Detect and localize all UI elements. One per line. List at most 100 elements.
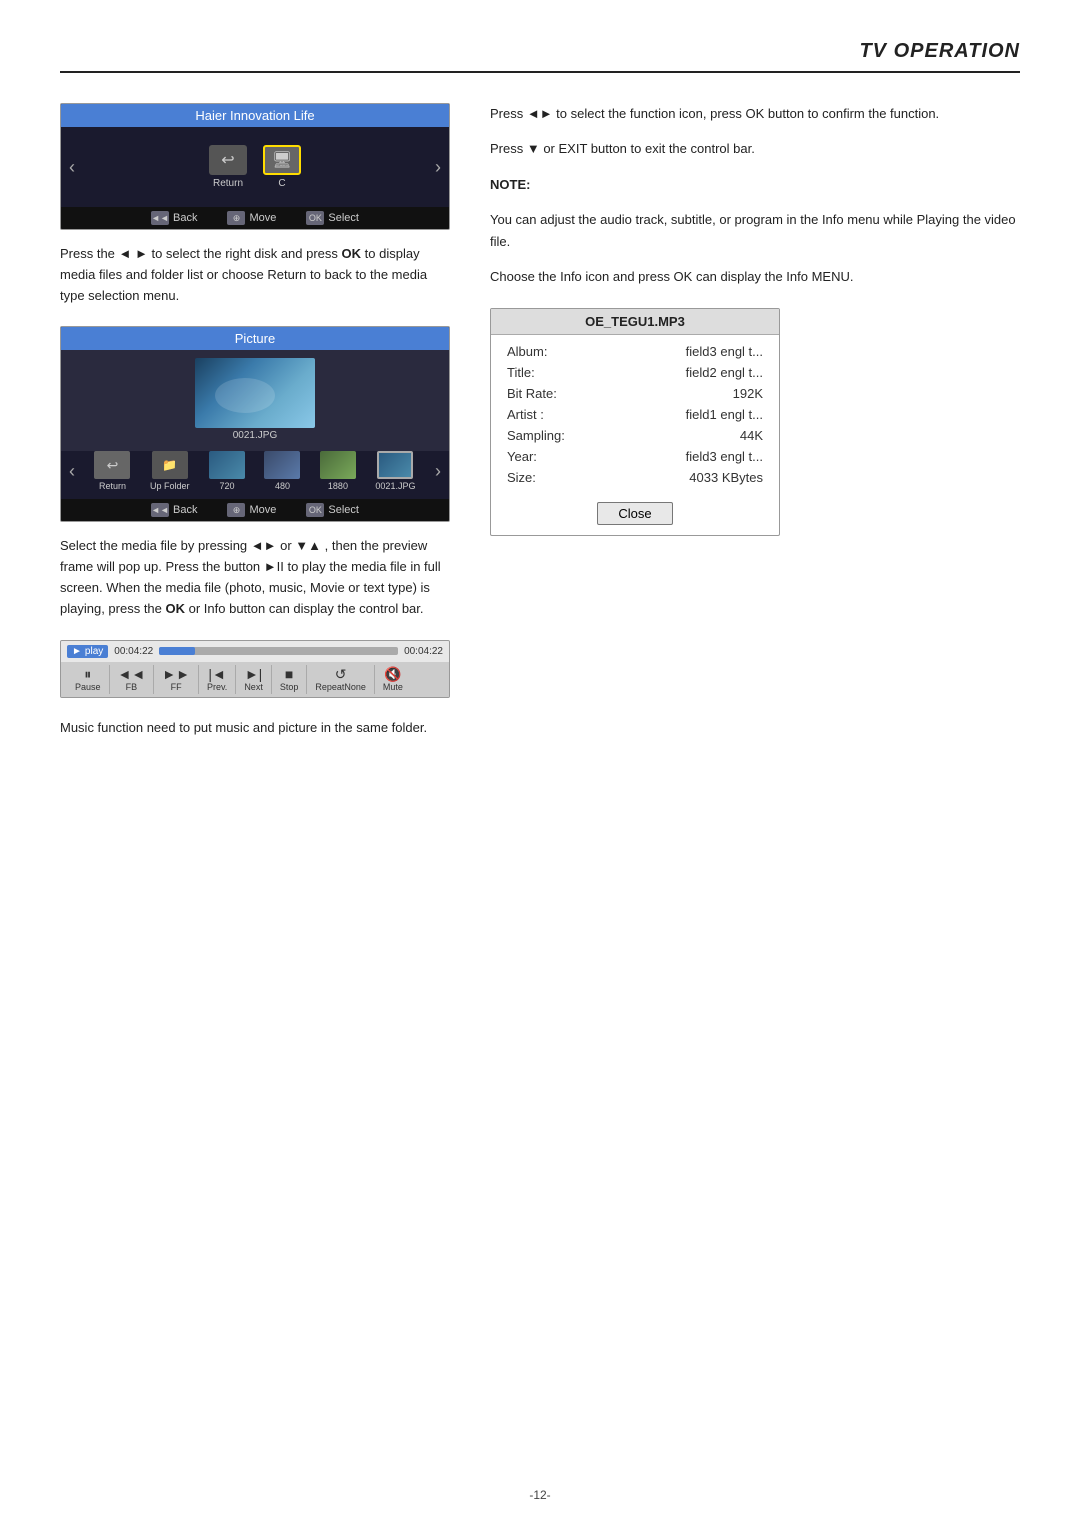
disk-left-arrow[interactable]: ‹ xyxy=(69,157,75,178)
disk-c-label: C xyxy=(278,178,285,189)
disk-back-label: Back xyxy=(173,212,197,224)
stop-button[interactable]: ■ Stop xyxy=(272,665,308,694)
return-icon-item[interactable]: ↩ Return xyxy=(209,145,247,189)
album-field-value: field3 engl t... xyxy=(686,344,763,359)
progress-fill xyxy=(159,647,195,655)
info-row-sampling: Sampling: 44K xyxy=(507,425,763,446)
picture-select-label: Select xyxy=(328,504,359,516)
sampling-field-name: Sampling: xyxy=(507,428,597,443)
content-area: Haier Innovation Life ‹ ↩ Return 🖥 C › xyxy=(60,103,1020,758)
sampling-field-value: 44K xyxy=(740,428,763,443)
thumb-upfolder-label: Up Folder xyxy=(150,481,190,491)
year-field-value: field3 engl t... xyxy=(686,449,763,464)
repeat-button[interactable]: ↺ RepeatNone xyxy=(307,665,375,694)
thumb-480[interactable]: 480 xyxy=(264,451,300,491)
picture-bottom-bar: ◄◄ Back ⊕ Move OK Select xyxy=(61,499,449,521)
page: TV OPERATION Haier Innovation Life ‹ ↩ R… xyxy=(0,0,1080,1532)
picture-filename: 0021.JPG xyxy=(61,428,449,447)
note-text-2: Choose the Info icon and press OK can di… xyxy=(490,266,1020,287)
header: TV OPERATION xyxy=(60,40,1020,73)
picture-back-icon: ◄◄ xyxy=(151,503,169,517)
thumb-0021[interactable]: 0021.JPG xyxy=(375,451,415,491)
desc-text-1: Press the ◄ ► to select the right disk a… xyxy=(60,244,450,306)
progress-row: ► play 00:04:22 00:04:22 xyxy=(61,641,449,662)
select-icon: OK xyxy=(306,211,324,225)
picture-select-btn[interactable]: OK Select xyxy=(306,503,359,517)
artist-field-value: field1 engl t... xyxy=(686,407,763,422)
play-label: play xyxy=(85,646,103,657)
back-icon: ◄◄ xyxy=(151,211,169,225)
next-button[interactable]: ►| Next xyxy=(236,665,272,694)
right-column: Press ◄► to select the function icon, pr… xyxy=(490,103,1020,758)
disk-c-icon-item[interactable]: 🖥 C xyxy=(263,145,301,189)
picture-preview-area: 0021.JPG xyxy=(61,350,449,451)
picture-back-btn[interactable]: ◄◄ Back xyxy=(151,503,197,517)
thumb-return-label: Return xyxy=(99,481,126,491)
title-field-value: field2 engl t... xyxy=(686,365,763,380)
disk-browser: Haier Innovation Life ‹ ↩ Return 🖥 C › xyxy=(60,103,450,230)
picture-move-btn[interactable]: ⊕ Move xyxy=(227,503,276,517)
picture-right-arrow[interactable]: › xyxy=(435,461,441,482)
thumb-1880-img xyxy=(320,451,356,479)
fb-button[interactable]: ◄◄ FB xyxy=(110,665,155,694)
bitrate-field-name: Bit Rate: xyxy=(507,386,597,401)
info-row-size: Size: 4033 KBytes xyxy=(507,467,763,488)
repeat-icon: ↺ xyxy=(335,667,347,681)
fb-label: FB xyxy=(126,682,138,692)
fb-icon: ◄◄ xyxy=(118,667,146,681)
picture-thumbnails: ‹ ↩ Return 📁 Up Folder 720 xyxy=(61,451,449,499)
disk-back-btn[interactable]: ◄◄ Back xyxy=(151,211,197,225)
picture-left-arrow[interactable]: ‹ xyxy=(69,461,75,482)
prev-button[interactable]: |◄ Prev. xyxy=(199,665,236,694)
info-row-bitrate: Bit Rate: 192K xyxy=(507,383,763,404)
mute-label: Mute xyxy=(383,682,403,692)
time-start: 00:04:22 xyxy=(114,646,153,657)
thumb-1880[interactable]: 1880 xyxy=(320,451,356,491)
thumb-720-label: 720 xyxy=(219,481,234,491)
move-icon: ⊕ xyxy=(227,211,245,225)
ff-button[interactable]: ►► FF xyxy=(154,665,199,694)
thumb-upfolder[interactable]: 📁 Up Folder xyxy=(150,451,190,491)
prev-label: Prev. xyxy=(207,682,227,692)
return-icon: ↩ xyxy=(209,145,247,175)
note-text-1: You can adjust the audio track, subtitle… xyxy=(490,209,1020,252)
page-number: -12- xyxy=(529,1488,550,1502)
year-field-name: Year: xyxy=(507,449,597,464)
repeat-label: RepeatNone xyxy=(315,682,366,692)
album-field-name: Album: xyxy=(507,344,597,359)
size-field-value: 4033 KBytes xyxy=(689,470,763,485)
thumb-upfolder-icon: 📁 xyxy=(152,451,188,479)
info-row-title: Title: field2 engl t... xyxy=(507,362,763,383)
disk-move-btn[interactable]: ⊕ Move xyxy=(227,211,276,225)
disk-browser-content: ‹ ↩ Return 🖥 C › xyxy=(61,127,449,207)
picture-browser-title: Picture xyxy=(61,327,449,350)
next-label: Next xyxy=(244,682,263,692)
pause-label: Pause xyxy=(75,682,101,692)
pause-button[interactable]: ⏸ Pause xyxy=(67,665,110,694)
close-button[interactable]: Close xyxy=(597,502,672,525)
ff-icon: ►► xyxy=(162,667,190,681)
thumb-return[interactable]: ↩ Return xyxy=(94,451,130,491)
time-end: 00:04:22 xyxy=(404,646,443,657)
play-triangle-icon: ► xyxy=(72,646,82,657)
control-bar: ► play 00:04:22 00:04:22 ⏸ Pause ◄◄ xyxy=(60,640,450,698)
right-para1: Press ◄► to select the function icon, pr… xyxy=(490,103,1020,124)
controls-row: ⏸ Pause ◄◄ FB ►► FF |◄ Prev. xyxy=(61,662,449,697)
note-label: NOTE: xyxy=(490,174,1020,195)
disk-bottom-bar: ◄◄ Back ⊕ Move OK Select xyxy=(61,207,449,229)
desc-text-2: Select the media file by pressing ◄► or … xyxy=(60,536,450,619)
ff-label: FF xyxy=(171,682,182,692)
disk-select-btn[interactable]: OK Select xyxy=(306,211,359,225)
bitrate-field-value: 192K xyxy=(733,386,763,401)
disk-right-arrow[interactable]: › xyxy=(435,157,441,178)
info-row-year: Year: field3 engl t... xyxy=(507,446,763,467)
info-card: OE_TEGU1.MP3 Album: field3 engl t... Tit… xyxy=(490,308,780,536)
stop-icon: ■ xyxy=(285,667,293,681)
picture-select-icon: OK xyxy=(306,503,324,517)
mute-button[interactable]: 🔇 Mute xyxy=(375,665,411,694)
next-icon: ►| xyxy=(245,667,263,681)
disk-browser-title: Haier Innovation Life xyxy=(61,104,449,127)
thumb-return-icon: ↩ xyxy=(94,451,130,479)
thumb-720[interactable]: 720 xyxy=(209,451,245,491)
progress-bar[interactable] xyxy=(159,647,398,655)
